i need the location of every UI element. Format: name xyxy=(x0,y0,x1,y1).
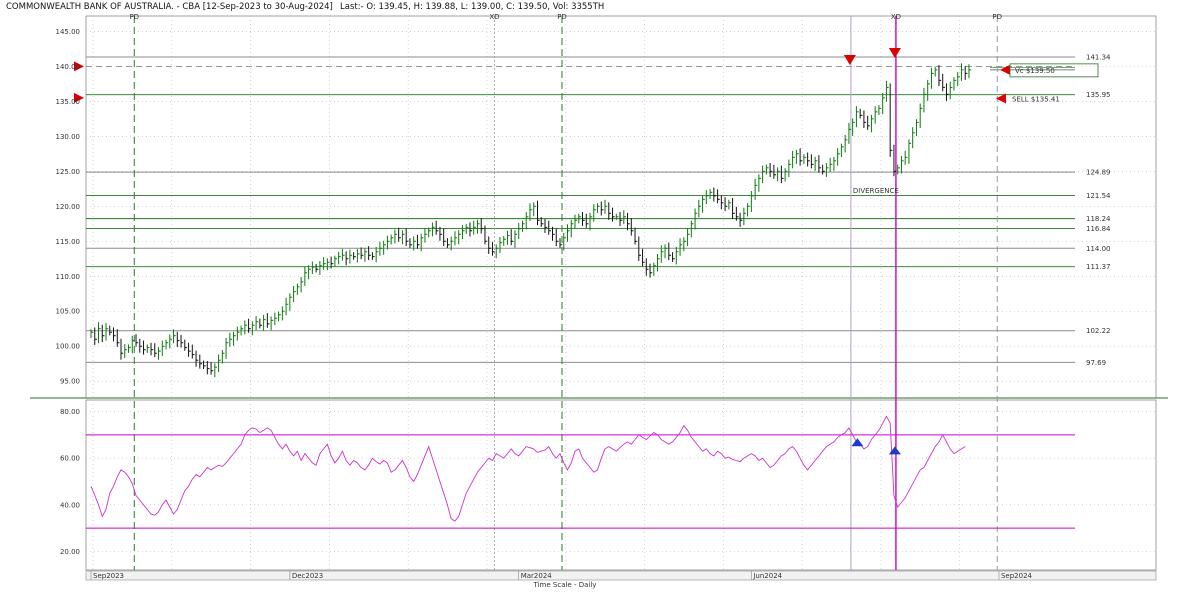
sell-label: SELL $135.41 xyxy=(1012,95,1060,103)
level-label: 114.00 xyxy=(1086,245,1111,253)
level-label: 135.95 xyxy=(1086,91,1111,99)
chart-svg: COMMONWEALTH BANK OF AUSTRALIA. - CBA [1… xyxy=(6,2,1168,589)
rsi-y-tick-label: 20.00 xyxy=(60,548,80,556)
level-label: 111.37 xyxy=(1086,263,1111,271)
level-label: 141.34 xyxy=(1086,53,1111,61)
level-label: 97.69 xyxy=(1086,359,1106,367)
price-y-tick-label: 115.00 xyxy=(56,238,81,246)
quote-summary: Last:- O: 139.45, H: 139.88, L: 139.00, … xyxy=(340,2,604,12)
divergence-label: DIVERGENCE xyxy=(853,187,899,195)
price-y-tick-label: 100.00 xyxy=(56,343,81,351)
x-axis-label: Sep2024 xyxy=(1001,572,1033,580)
rsi-panel-frame xyxy=(85,399,1157,571)
sell-signal-marker xyxy=(888,47,901,58)
price-y-tick-label: 95.00 xyxy=(60,378,80,386)
target-label: Vc $139.50 xyxy=(1015,67,1055,75)
x-axis-label: Sep2023 xyxy=(93,572,124,580)
level-label: 116.84 xyxy=(1086,225,1111,233)
event-label: XD xyxy=(489,13,499,21)
price-y-tick-label: 105.00 xyxy=(56,308,81,316)
price-y-tick-label: 145.00 xyxy=(56,28,81,36)
level-label: 121.54 xyxy=(1086,192,1111,200)
price-y-tick-label: 110.00 xyxy=(56,273,81,281)
level-label: 124.89 xyxy=(1086,169,1111,177)
level-label: 102.22 xyxy=(1086,327,1111,335)
event-label: XD xyxy=(891,13,901,21)
price-y-tick-label: 135.00 xyxy=(56,98,81,106)
event-label: PD xyxy=(992,13,1002,21)
event-label: PD xyxy=(557,13,567,21)
rsi-signal-marker xyxy=(888,446,901,455)
level-label: 118.24 xyxy=(1086,215,1111,223)
price-y-tick-label: 140.00 xyxy=(56,63,81,71)
price-panel-frame xyxy=(85,15,1157,399)
price-y-tick-label: 125.00 xyxy=(56,168,81,176)
chart-root: COMMONWEALTH BANK OF AUSTRALIA. - CBA [1… xyxy=(0,0,1200,590)
x-axis-bar[interactable] xyxy=(85,570,1157,581)
rsi-y-tick-label: 80.00 xyxy=(60,408,80,416)
x-axis-title: Time Scale - Daily xyxy=(533,581,597,589)
chart-title: COMMONWEALTH BANK OF AUSTRALIA. - CBA [1… xyxy=(6,2,333,12)
x-axis-label: Dec2023 xyxy=(292,572,323,580)
rsi-y-tick-label: 60.00 xyxy=(60,455,80,463)
x-axis-label: Mar2024 xyxy=(521,572,553,580)
price-y-tick-label: 130.00 xyxy=(56,133,81,141)
sell-signal-marker xyxy=(843,54,856,65)
x-axis-label: Jun2024 xyxy=(752,572,782,580)
event-label: PD xyxy=(129,13,139,21)
rsi-y-tick-label: 40.00 xyxy=(60,501,80,509)
price-y-tick-label: 120.00 xyxy=(56,203,81,211)
rsi-line xyxy=(90,415,966,522)
rsi-signal-marker xyxy=(851,438,864,447)
